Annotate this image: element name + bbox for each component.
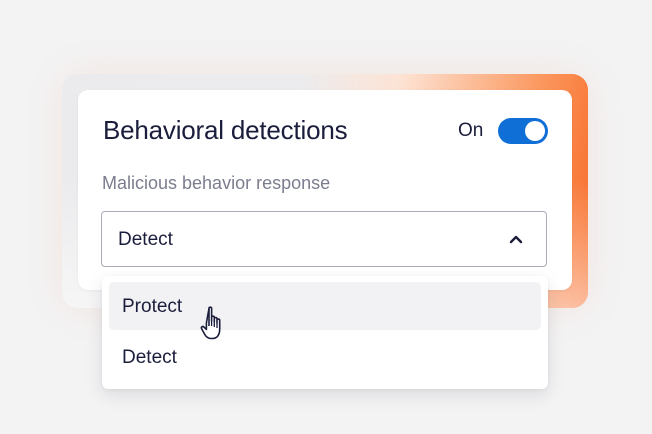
option-protect[interactable]: Protect <box>109 282 541 330</box>
behavioral-detections-toggle[interactable] <box>498 118 548 144</box>
card-title: Behavioral detections <box>103 115 348 145</box>
hand-pointer-icon <box>200 306 221 340</box>
toggle-label: On <box>458 120 484 141</box>
response-select[interactable]: Detect <box>101 211 547 267</box>
select-value: Detect <box>118 229 173 250</box>
response-dropdown-menu: Protect Detect <box>102 276 548 389</box>
option-label: Protect <box>122 296 183 317</box>
behavioral-detections-card: Behavioral detections On Malicious behav… <box>78 90 572 290</box>
option-label: Detect <box>122 347 177 368</box>
toggle-knob <box>525 121 545 141</box>
field-label: Malicious behavior response <box>102 173 331 193</box>
option-detect[interactable]: Detect <box>109 333 541 381</box>
chevron-up-icon <box>509 235 523 244</box>
